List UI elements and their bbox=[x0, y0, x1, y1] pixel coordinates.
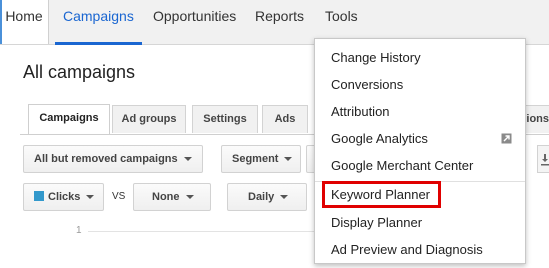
clicks-color-swatch bbox=[34, 191, 44, 201]
tab-campaigns-label: Campaigns bbox=[39, 112, 99, 124]
chart-gridline bbox=[88, 231, 318, 232]
segment-label: Segment bbox=[232, 153, 279, 165]
menu-item-display-planner[interactable]: Display Planner bbox=[331, 215, 422, 230]
status-filter-dropdown[interactable]: All but removed campaigns bbox=[23, 145, 203, 173]
tab-campaigns[interactable]: Campaigns bbox=[28, 104, 110, 134]
nav-campaigns-label: Campaigns bbox=[63, 8, 134, 24]
tab-settings[interactable]: Settings bbox=[192, 105, 258, 133]
metric2-dropdown[interactable]: None bbox=[133, 183, 211, 211]
segment-dropdown[interactable]: Segment bbox=[221, 145, 301, 173]
keyword-planner-highlight bbox=[322, 181, 441, 208]
vs-label: VS bbox=[112, 191, 126, 202]
tab-settings-label: Settings bbox=[203, 113, 247, 125]
menu-item-change-history[interactable]: Change History bbox=[331, 50, 421, 65]
tab-ads-label: Ads bbox=[274, 113, 296, 125]
menu-item-google-merchant-center[interactable]: Google Merchant Center bbox=[331, 158, 473, 173]
menu-item-attribution[interactable]: Attribution bbox=[331, 104, 390, 119]
metric1-label: Clicks bbox=[48, 191, 81, 203]
metric1-dropdown[interactable]: Clicks bbox=[23, 183, 104, 211]
home-left-indicator bbox=[0, 0, 2, 44]
nav-campaigns[interactable]: Campaigns bbox=[55, 0, 142, 45]
interval-dropdown[interactable]: Daily bbox=[227, 183, 307, 211]
chevron-down-icon bbox=[284, 157, 293, 162]
nav-opportunities-label: Opportunities bbox=[153, 8, 237, 24]
status-filter-label: All but removed campaigns bbox=[34, 153, 178, 165]
menu-item-ad-preview[interactable]: Ad Preview and Diagnosis bbox=[331, 242, 483, 257]
nav-home-label: Home bbox=[5, 8, 43, 24]
tools-menu: Change History Conversions Attribution G… bbox=[314, 38, 526, 264]
menu-item-google-analytics[interactable]: Google Analytics bbox=[331, 131, 428, 146]
nav-tools-label: Tools bbox=[325, 8, 358, 24]
tab-ad-groups-label: Ad groups bbox=[121, 113, 177, 125]
tab-ads[interactable]: Ads bbox=[262, 105, 308, 133]
nav-reports[interactable]: Reports bbox=[255, 0, 304, 44]
chevron-down-icon bbox=[86, 195, 95, 200]
page-title: All campaigns bbox=[23, 62, 136, 82]
menu-item-conversions[interactable]: Conversions bbox=[331, 77, 403, 92]
chart-axis-tick: 1 bbox=[76, 225, 82, 236]
external-link-icon bbox=[501, 133, 512, 144]
active-tab-underline bbox=[55, 42, 142, 45]
metric2-label: None bbox=[152, 191, 180, 203]
chevron-down-icon bbox=[280, 195, 289, 200]
download-icon[interactable] bbox=[537, 145, 549, 173]
chevron-down-icon bbox=[185, 195, 194, 200]
tab-ad-groups[interactable]: Ad groups bbox=[112, 105, 186, 133]
nav-reports-label: Reports bbox=[255, 8, 305, 24]
nav-opportunities[interactable]: Opportunities bbox=[153, 0, 236, 44]
nav-home[interactable]: Home bbox=[0, 0, 49, 44]
chevron-down-icon bbox=[183, 157, 192, 162]
interval-label: Daily bbox=[248, 191, 275, 203]
